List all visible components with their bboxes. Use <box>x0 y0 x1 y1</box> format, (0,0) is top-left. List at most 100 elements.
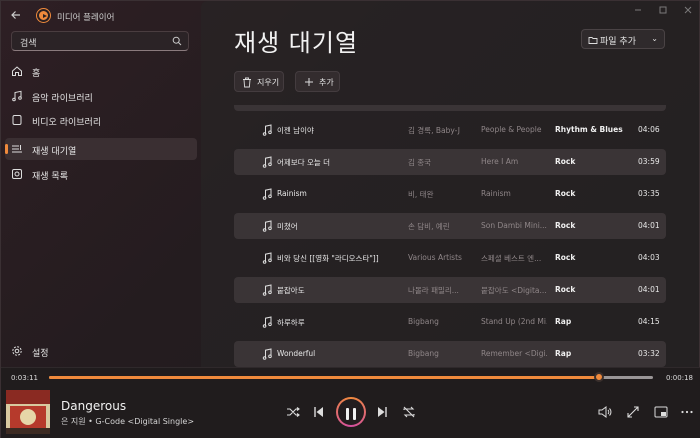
sidebar-item-label: 재생 대기열 <box>32 147 77 157</box>
fullscreen-icon[interactable] <box>625 404 641 420</box>
track-duration: 04:06 <box>638 125 660 134</box>
track-title: 미쳤어 <box>277 222 298 231</box>
table-row[interactable]: 이젠 남이야 김 경록, Baby-J People & People Rhythm … <box>234 117 666 143</box>
remaining-time: 0:00:18 <box>666 374 693 382</box>
track-album: 붙잡아도 <Digita... <box>481 286 547 295</box>
chevron-down-icon: ⌄ <box>651 34 658 43</box>
mini-player-icon[interactable] <box>653 404 669 420</box>
track-duration: 03:32 <box>638 349 660 358</box>
repeat-off-icon[interactable] <box>401 404 417 420</box>
more-options-icon[interactable] <box>679 404 695 420</box>
clear-label: 지우기 <box>257 78 280 87</box>
track-title: 이젠 남이야 <box>277 126 314 135</box>
app-logo-icon <box>37 9 50 22</box>
sidebar-item-music-library[interactable]: 음악 라이브러리 <box>5 85 197 107</box>
track-genre: Rhythm & Blues <box>555 125 623 134</box>
folder-icon <box>588 37 598 44</box>
table-row[interactable]: 어제보다 오늘 더 김 종국 Here I Am Rock 03:59 <box>234 149 666 175</box>
track-duration: 04:01 <box>638 285 660 294</box>
track-duration: 04:03 <box>638 253 660 262</box>
now-playing-subtitle: 은 지원 • G-Code <Digital Single> <box>61 417 195 426</box>
music-note-icon <box>262 124 272 136</box>
app-window: 미디어 플레이어 검색 홈 음악 라이브러리 비디오 라이브러리 재생 대기열 … <box>0 0 700 438</box>
track-album: 스페셜 베스트 엔... <box>481 254 542 263</box>
track-artist: 나몰라 패밀리... <box>408 286 459 295</box>
track-artist: 비, 태완 <box>408 190 434 199</box>
sidebar-item-label: 음악 라이브러리 <box>32 94 93 104</box>
track-artist: 손 담비, 예린 <box>408 222 450 231</box>
search-input[interactable]: 검색 <box>11 31 189 51</box>
track-genre: Rock <box>555 221 576 230</box>
track-album: Here I Am <box>481 157 519 166</box>
back-button[interactable] <box>9 9 23 23</box>
track-album: Remember <Digi... <box>481 349 547 358</box>
track-genre: Rock <box>555 157 576 166</box>
sidebar-item-video-library[interactable]: 비디오 라이브러리 <box>5 109 197 131</box>
pause-button[interactable] <box>336 397 366 427</box>
table-row[interactable]: 붙잡아도 나몰라 패밀리... 붙잡아도 <Digita... Rock 04:01 <box>234 277 666 303</box>
pause-icon <box>338 399 364 425</box>
table-row[interactable]: 미쳤어 손 담비, 예린 Son Dambi Mini... Rock 04:01 <box>234 213 666 239</box>
music-note-icon <box>262 220 272 232</box>
music-note-icon <box>262 188 272 200</box>
previous-icon[interactable] <box>311 404 327 420</box>
track-title: 하루하루 <box>277 318 305 327</box>
seek-bar-fill <box>49 376 599 379</box>
track-artist: 김 경록, Baby-J <box>408 126 460 135</box>
track-duration: 03:59 <box>638 157 660 166</box>
track-duration: 04:01 <box>638 221 660 230</box>
next-icon[interactable] <box>374 404 390 420</box>
seek-handle[interactable] <box>593 372 604 382</box>
track-title: 붙잡아도 <box>277 286 305 295</box>
track-duration: 04:15 <box>638 317 660 326</box>
video-icon <box>12 115 22 125</box>
track-genre: Rock <box>555 189 576 198</box>
track-title: 어제보다 오늘 더 <box>277 158 331 167</box>
track-album: Rainism <box>481 189 511 198</box>
add-label: 추가 <box>319 78 334 87</box>
sidebar-item-playlists[interactable]: 재생 목록 <box>5 163 197 185</box>
sidebar-item-settings[interactable]: 설정 <box>5 340 197 362</box>
sidebar-item-home[interactable]: 홈 <box>5 60 197 82</box>
track-album: Son Dambi Mini... <box>481 221 547 230</box>
track-duration: 03:35 <box>638 189 660 198</box>
list-top-edge <box>234 105 666 111</box>
sidebar-item-label: 비디오 라이브러리 <box>32 118 102 128</box>
track-artist: 김 종국 <box>408 158 432 167</box>
sidebar-item-queue[interactable]: 재생 대기열 <box>5 138 197 160</box>
track-album: Stand Up (2nd Mi... <box>481 317 547 326</box>
plus-icon <box>305 78 313 86</box>
clear-button[interactable]: 지우기 <box>234 71 284 92</box>
gear-icon <box>12 346 22 356</box>
track-genre: Rap <box>555 349 572 358</box>
arrow-left-icon <box>11 11 20 19</box>
track-genre: Rock <box>555 253 576 262</box>
table-row[interactable]: 하루하루 Bigbang Stand Up (2nd Mi... Rap 04:15 <box>234 309 666 335</box>
track-title: 비와 당신 [[영화 "라디오스타"]] <box>277 254 379 263</box>
table-row[interactable]: Wonderful Bigbang Remember <Digi... Rap 03:3… <box>234 341 666 367</box>
track-artist: Bigbang <box>408 349 439 358</box>
search-icon <box>172 36 182 46</box>
table-row[interactable]: Rainism 비, 태완 Rainism Rock 03:35 <box>234 181 666 207</box>
settings-label: 설정 <box>32 349 49 359</box>
music-note-icon <box>262 156 272 168</box>
volume-icon[interactable] <box>597 404 613 420</box>
music-note-icon <box>262 316 272 328</box>
track-genre: Rock <box>555 285 576 294</box>
add-file-button[interactable]: 파일 추가 ⌄ <box>581 29 665 49</box>
track-artist: Bigbang <box>408 317 439 326</box>
sidebar-item-label: 홈 <box>32 69 41 79</box>
page-title: 재생 대기열 <box>234 29 359 57</box>
shuffle-icon[interactable] <box>285 404 301 420</box>
music-note-icon <box>262 252 272 264</box>
add-file-label: 파일 추가 <box>600 37 636 47</box>
playlist-icon <box>12 169 22 179</box>
elapsed-time: 0:03:11 <box>11 374 38 382</box>
table-row[interactable]: 비와 당신 [[영화 "라디오스타"]] Various Artists 스페셜 베… <box>234 245 666 271</box>
add-button[interactable]: 추가 <box>295 71 340 92</box>
album-art <box>6 390 50 434</box>
music-note-icon <box>12 90 22 102</box>
search-placeholder: 검색 <box>20 39 37 49</box>
queue-icon <box>12 145 22 153</box>
track-artist: Various Artists <box>408 253 462 262</box>
